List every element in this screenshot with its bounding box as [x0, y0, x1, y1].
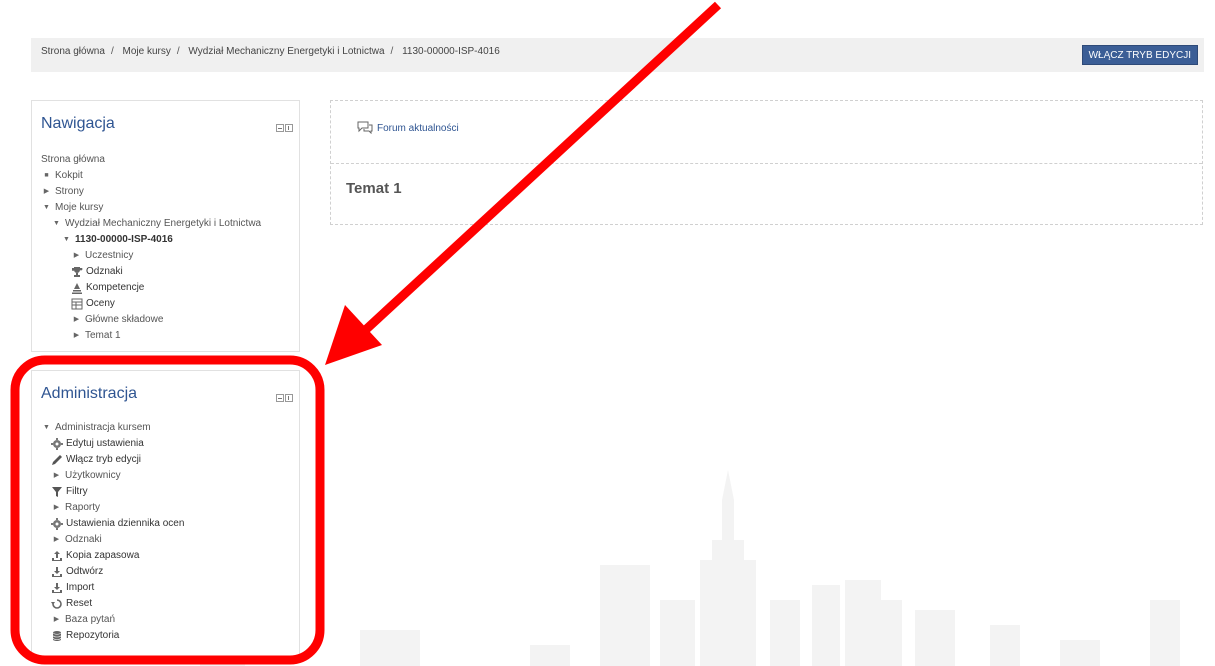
filter-icon	[52, 487, 62, 497]
nav-topic1[interactable]: ▶ Temat 1	[41, 328, 261, 344]
nav-pages[interactable]: ▶ Strony	[41, 184, 261, 200]
nav-grades[interactable]: Oceny	[41, 296, 261, 312]
nav-badges[interactable]: Odznaki	[41, 264, 261, 280]
dock-icon[interactable]	[285, 124, 293, 132]
caret-right-icon: ▶	[53, 616, 60, 623]
admin-question-bank[interactable]: ▶ Baza pytań	[41, 612, 184, 628]
forum-link-label[interactable]: Forum aktualności	[377, 123, 459, 134]
block-controls	[276, 123, 294, 132]
admin-repositories[interactable]: Repozytoria	[41, 628, 184, 644]
admin-filters[interactable]: Filtry	[41, 484, 184, 500]
block-controls	[276, 393, 294, 402]
admin-gradebook-setup[interactable]: Ustawienia dziennika ocen	[41, 516, 184, 532]
nav-participants[interactable]: ▶ Uczestnicy	[41, 248, 261, 264]
caret-right-icon: ▶	[53, 536, 60, 543]
trophy-icon	[72, 267, 83, 277]
database-icon	[52, 631, 62, 641]
gear-icon	[51, 438, 63, 450]
breadcrumb-bar: Strona główna / Moje kursy / Wydział Mecha…	[31, 38, 1204, 72]
nav-course[interactable]: ▼ 1130-00000-ISP-4016	[41, 232, 261, 248]
breadcrumb: Strona główna / Moje kursy / Wydział Mecha…	[41, 46, 500, 57]
forum-link[interactable]: Forum aktualności	[357, 121, 459, 134]
administration-tree: ▼ Administracja kursem Edytuj ustawienia …	[41, 420, 184, 644]
breadcrumb-faculty[interactable]: Wydział Mechaniczny Energetyki i Lotnict…	[188, 46, 384, 57]
navigation-title: Nawigacja	[41, 115, 115, 132]
admin-course-admin[interactable]: ▼ Administracja kursem	[41, 420, 184, 436]
navigation-block: Nawigacja Strona główna ■ Kokpit ▶ Strony …	[31, 100, 300, 352]
nav-dashboard[interactable]: ■ Kokpit	[41, 168, 261, 184]
admin-edit-settings[interactable]: Edytuj ustawienia	[41, 436, 184, 452]
breadcrumb-course[interactable]: 1130-00000-ISP-4016	[402, 46, 500, 57]
caret-right-icon: ▶	[73, 332, 80, 339]
table-icon	[71, 298, 83, 310]
caret-right-icon: ▶	[73, 316, 80, 323]
minimize-icon[interactable]	[276, 394, 284, 402]
forum-icon	[357, 121, 373, 134]
breadcrumb-mycourses[interactable]: Moje kursy	[123, 46, 171, 57]
bullet-icon: ■	[44, 172, 49, 179]
admin-backup[interactable]: Kopia zapasowa	[41, 548, 184, 564]
competency-icon	[72, 283, 82, 294]
section-title: Temat 1	[346, 180, 402, 197]
nav-general[interactable]: ▶ Główne składowe	[41, 312, 261, 328]
administration-title: Administracja	[41, 385, 138, 402]
dock-icon[interactable]	[285, 394, 293, 402]
section-divider	[331, 163, 1202, 164]
caret-down-icon: ▼	[63, 236, 70, 243]
admin-users[interactable]: ▶ Użytkownicy	[41, 468, 184, 484]
caret-right-icon: ▶	[53, 504, 60, 511]
caret-down-icon: ▼	[53, 220, 60, 227]
gear-icon	[51, 518, 63, 530]
caret-right-icon: ▶	[73, 252, 80, 259]
caret-down-icon: ▼	[43, 204, 50, 211]
admin-import[interactable]: Import	[41, 580, 184, 596]
admin-badges[interactable]: ▶ Odznaki	[41, 532, 184, 548]
admin-reset[interactable]: Reset	[41, 596, 184, 612]
caret-right-icon: ▶	[43, 188, 50, 195]
reset-icon	[51, 599, 62, 609]
course-content: Forum aktualności Temat 1	[330, 100, 1203, 225]
download-icon	[52, 567, 62, 577]
caret-right-icon: ▶	[53, 472, 60, 479]
admin-restore[interactable]: Odtwórz	[41, 564, 184, 580]
admin-edit-mode[interactable]: Włącz tryb edycji	[41, 452, 184, 468]
admin-reports[interactable]: ▶ Raporty	[41, 500, 184, 516]
turn-editing-on-button[interactable]: WŁĄCZ TRYB EDYCJI	[1081, 45, 1198, 65]
administration-block: Administracja ▼ Administracja kursem Edyt…	[31, 370, 300, 660]
pencil-icon	[52, 455, 62, 465]
nav-faculty[interactable]: ▼ Wydział Mechaniczny Energetyki i Lotnic…	[41, 216, 261, 232]
breadcrumb-home[interactable]: Strona główna	[41, 46, 105, 57]
nav-competencies[interactable]: Kompetencje	[41, 280, 261, 296]
navigation-tree: Strona główna ■ Kokpit ▶ Strony ▼ Moje kurs…	[41, 152, 261, 344]
caret-down-icon: ▼	[43, 424, 50, 431]
minimize-icon[interactable]	[276, 124, 284, 132]
nav-mycourses[interactable]: ▼ Moje kursy	[41, 200, 261, 216]
upload-icon	[52, 551, 62, 561]
download-icon	[52, 583, 62, 593]
nav-home[interactable]: Strona główna	[41, 152, 261, 168]
